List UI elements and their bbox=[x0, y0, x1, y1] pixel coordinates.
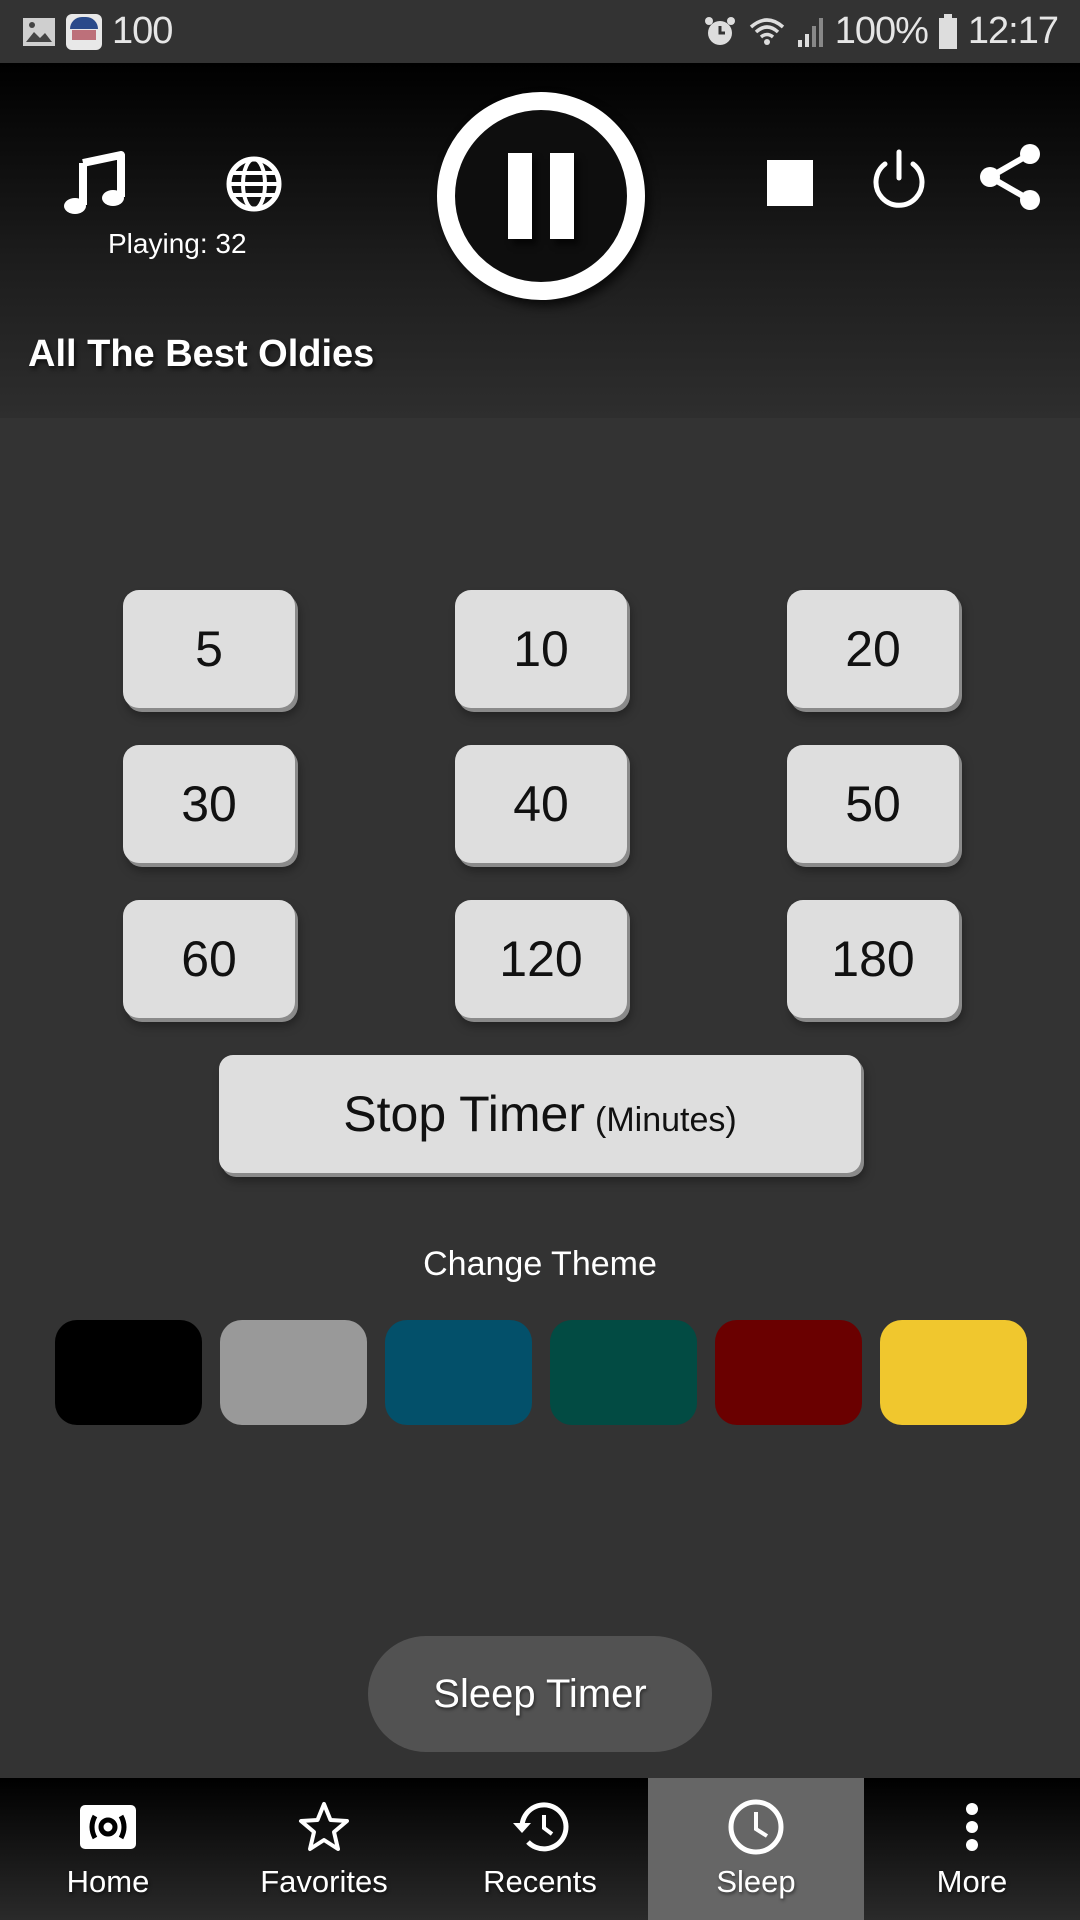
app-icon bbox=[66, 13, 102, 50]
bottom-nav: Home Favorites Recents Sleep More bbox=[0, 1778, 1080, 1920]
theme-swatch-blue[interactable] bbox=[385, 1320, 532, 1425]
nav-recents-label: Recents bbox=[483, 1864, 597, 1899]
notification-count: 100 bbox=[112, 10, 173, 52]
timer-10-button[interactable]: 10 bbox=[455, 590, 627, 708]
signal-icon bbox=[797, 17, 823, 47]
nav-sleep-label: Sleep bbox=[716, 1864, 796, 1899]
change-theme-label: Change Theme bbox=[423, 1245, 657, 1283]
power-icon[interactable] bbox=[864, 143, 934, 213]
timer-120-button[interactable]: 120 bbox=[455, 900, 627, 1018]
theme-swatch-gray[interactable] bbox=[220, 1320, 367, 1425]
timer-20-button[interactable]: 20 bbox=[787, 590, 959, 708]
nav-favorites[interactable]: Favorites bbox=[216, 1778, 432, 1920]
player-header: Playing: 32 All The Best Oldies bbox=[0, 63, 1080, 418]
pause-icon bbox=[508, 153, 532, 239]
history-icon bbox=[510, 1798, 570, 1856]
timer-30-button[interactable]: 30 bbox=[123, 745, 295, 863]
nav-sleep[interactable]: Sleep bbox=[648, 1778, 864, 1920]
radio-icon bbox=[79, 1798, 137, 1856]
battery-icon bbox=[938, 13, 957, 49]
nav-home-label: Home bbox=[66, 1864, 150, 1899]
share-icon[interactable] bbox=[975, 141, 1047, 213]
nav-more[interactable]: More bbox=[864, 1778, 1080, 1920]
stop-icon[interactable] bbox=[760, 153, 820, 213]
station-name: All The Best Oldies bbox=[28, 333, 375, 375]
stop-timer-unit: (Minutes) bbox=[595, 1101, 737, 1139]
timer-50-button[interactable]: 50 bbox=[787, 745, 959, 863]
wifi-icon bbox=[749, 17, 784, 45]
nav-favorites-label: Favorites bbox=[260, 1864, 388, 1899]
theme-swatches bbox=[55, 1320, 1027, 1425]
pause-button[interactable] bbox=[437, 92, 645, 300]
status-bar: 100 100% 12:17 bbox=[0, 0, 1080, 63]
timer-40-button[interactable]: 40 bbox=[455, 745, 627, 863]
clock-time: 12:17 bbox=[967, 10, 1059, 52]
star-icon bbox=[296, 1798, 352, 1856]
image-icon bbox=[23, 17, 55, 46]
clock-icon bbox=[727, 1798, 785, 1856]
playing-count: Playing: 32 bbox=[108, 228, 247, 259]
sleep-timer-toast: Sleep Timer bbox=[368, 1636, 712, 1752]
globe-icon[interactable] bbox=[218, 148, 290, 220]
stop-timer-button[interactable]: Stop Timer (Minutes) bbox=[219, 1055, 861, 1173]
nav-home[interactable]: Home bbox=[0, 1778, 216, 1920]
battery-percent: 100% bbox=[834, 10, 929, 52]
stop-timer-label: Stop Timer bbox=[343, 1086, 586, 1142]
timer-5-button[interactable]: 5 bbox=[123, 590, 295, 708]
nav-recents[interactable]: Recents bbox=[432, 1778, 648, 1920]
theme-swatch-green[interactable] bbox=[550, 1320, 697, 1425]
theme-swatch-yellow[interactable] bbox=[880, 1320, 1027, 1425]
alarm-icon bbox=[704, 16, 735, 45]
timer-60-button[interactable]: 60 bbox=[123, 900, 295, 1018]
music-note-icon[interactable] bbox=[58, 148, 130, 220]
timer-180-button[interactable]: 180 bbox=[787, 900, 959, 1018]
theme-swatch-black[interactable] bbox=[55, 1320, 202, 1425]
theme-swatch-red[interactable] bbox=[715, 1320, 862, 1425]
nav-more-label: More bbox=[936, 1864, 1008, 1899]
more-vert-icon bbox=[962, 1798, 982, 1856]
